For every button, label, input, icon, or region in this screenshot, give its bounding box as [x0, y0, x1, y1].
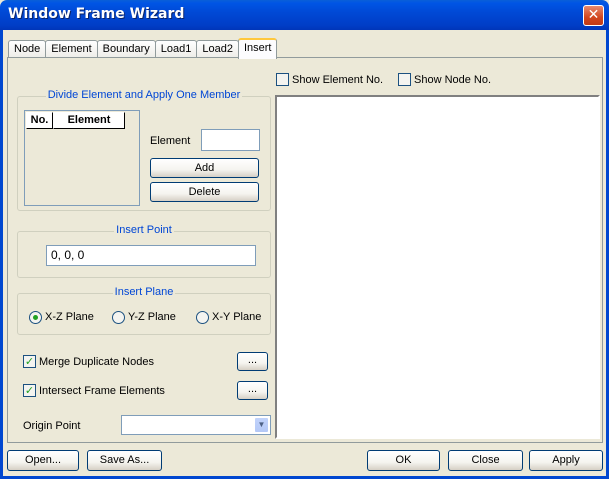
tab-insert[interactable]: Insert: [237, 38, 278, 59]
column-header-no[interactable]: No.: [26, 112, 53, 129]
delete-button[interactable]: Delete: [150, 182, 259, 202]
intersect-options-button[interactable]: ...: [237, 381, 268, 400]
column-header-element[interactable]: Element: [53, 112, 125, 129]
open-button[interactable]: Open...: [7, 450, 79, 471]
window-border-left: [0, 30, 3, 479]
apply-button[interactable]: Apply: [529, 450, 603, 471]
radio-xy-plane-label[interactable]: X-Y Plane: [212, 311, 261, 323]
element-input[interactable]: [201, 129, 260, 151]
title-bar[interactable]: Window Frame Wizard ✕: [0, 0, 609, 30]
member-list[interactable]: No. Element: [24, 110, 140, 206]
save-as-button[interactable]: Save As...: [87, 450, 162, 471]
add-button[interactable]: Add: [150, 158, 259, 178]
merge-options-button[interactable]: ...: [237, 352, 268, 371]
ok-button[interactable]: OK: [367, 450, 440, 471]
chevron-down-icon[interactable]: ▼: [254, 417, 269, 433]
merge-nodes-label[interactable]: Merge Duplicate Nodes: [39, 356, 154, 368]
tab-strip: Node Element Boundary Load1 Load2 Insert: [8, 38, 278, 59]
show-element-no-label[interactable]: Show Element No.: [292, 74, 383, 86]
intersect-elements-label[interactable]: Intersect Frame Elements: [39, 385, 165, 397]
radio-xy-plane[interactable]: [196, 311, 209, 324]
window-title: Window Frame Wizard: [8, 6, 185, 22]
insert-plane-group: Insert Plane X-Z Plane Y-Z Plane X-Y Pla…: [17, 286, 271, 335]
close-button[interactable]: Close: [448, 450, 523, 471]
origin-point-dropdown[interactable]: ▼: [121, 415, 271, 435]
insert-point-group: Insert Point 0, 0, 0: [17, 224, 271, 278]
origin-point-label: Origin Point: [23, 420, 81, 432]
show-element-no-checkbox[interactable]: [276, 73, 289, 86]
element-label: Element: [150, 135, 191, 147]
insert-point-input[interactable]: 0, 0, 0: [46, 245, 256, 266]
show-node-no-checkbox[interactable]: [398, 73, 411, 86]
radio-yz-plane-label[interactable]: Y-Z Plane: [128, 311, 176, 323]
radio-xz-plane[interactable]: [29, 311, 42, 324]
radio-yz-plane[interactable]: [112, 311, 125, 324]
intersect-elements-checkbox[interactable]: ✓: [23, 384, 36, 397]
insert-point-group-title: Insert Point: [114, 224, 174, 236]
divide-element-group-title: Divide Element and Apply One Member: [45, 89, 243, 101]
show-node-no-label[interactable]: Show Node No.: [414, 74, 491, 86]
close-icon[interactable]: ✕: [583, 5, 604, 26]
radio-xz-plane-label[interactable]: X-Z Plane: [45, 311, 94, 323]
model-preview-canvas[interactable]: [275, 95, 600, 439]
insert-plane-group-title: Insert Plane: [112, 286, 176, 298]
divide-element-group: Divide Element and Apply One Member No. …: [17, 89, 271, 211]
merge-nodes-checkbox[interactable]: ✓: [23, 355, 36, 368]
insert-tab-panel: Divide Element and Apply One Member No. …: [7, 57, 603, 443]
